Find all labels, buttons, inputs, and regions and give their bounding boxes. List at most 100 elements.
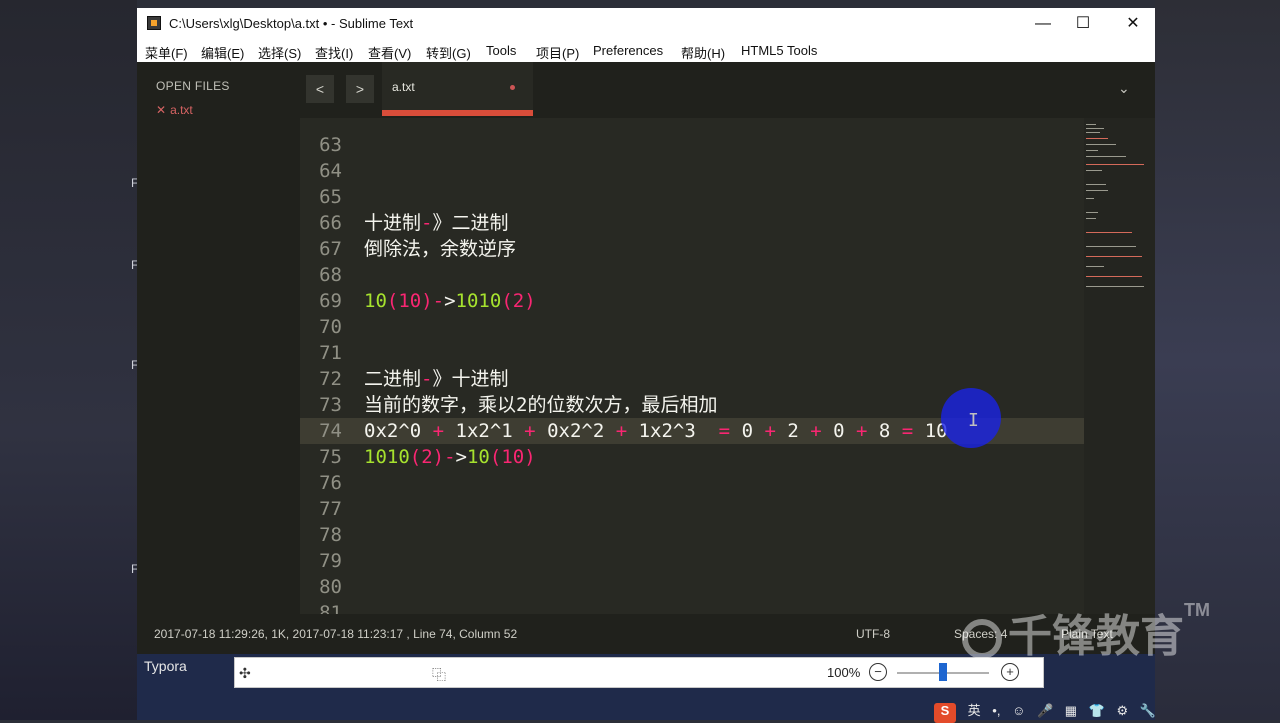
line-content: 二进制-》十进制	[364, 366, 508, 392]
code-token: 1010	[364, 446, 410, 468]
punctuation-icon[interactable]: •,	[992, 703, 1000, 718]
close-file-icon[interactable]: ✕	[156, 103, 166, 117]
line-number: 78	[319, 524, 342, 546]
sidebar-file-label: a.txt	[170, 103, 193, 117]
sidebar-file-a-txt[interactable]: ✕ a.txt	[156, 103, 193, 117]
keyboard-icon[interactable]: ▦	[1065, 703, 1077, 718]
code-line[interactable]: 79	[300, 548, 1084, 574]
code-line[interactable]: 63	[300, 132, 1084, 158]
typora-window-label[interactable]: Typora	[144, 658, 187, 674]
status-encoding[interactable]: UTF-8	[856, 627, 890, 641]
line-number: 63	[319, 134, 342, 156]
line-number: 69	[319, 290, 342, 312]
line-number: 79	[319, 550, 342, 572]
code-line[interactable]: 76	[300, 470, 1084, 496]
code-line[interactable]: 78	[300, 522, 1084, 548]
code-line[interactable]: 70	[300, 314, 1084, 340]
zoom-out-button[interactable]: −	[869, 663, 887, 681]
line-content: 倒除法，余数逆序	[364, 236, 516, 262]
menu-goto[interactable]: 转到(G)	[426, 43, 471, 62]
maximize-button[interactable]: ☐	[1063, 12, 1103, 36]
code-line[interactable]: 66 十进制-》二进制	[300, 210, 1084, 236]
sidebar: OPEN FILES ✕ a.txt	[137, 62, 300, 614]
menu-html5-tools[interactable]: HTML5 Tools	[741, 43, 817, 58]
tab-forward-button[interactable]: >	[346, 75, 374, 103]
desktop-background-left	[0, 0, 137, 720]
skin-icon[interactable]: 👕	[1089, 703, 1105, 718]
menu-tools[interactable]: Tools	[486, 43, 516, 58]
tab-a-txt[interactable]: a.txt	[382, 62, 533, 114]
settings-icon[interactable]: ⚙	[1117, 703, 1129, 718]
window-title: C:\Users\xlg\Desktop\a.txt • - Sublime T…	[169, 16, 414, 31]
line-number: 81	[319, 602, 342, 614]
code-token: 2	[775, 420, 811, 442]
tab-bar: < > a.txt ⌄	[300, 62, 1155, 118]
unsaved-dot-icon[interactable]	[510, 85, 515, 90]
minimap[interactable]	[1084, 118, 1155, 614]
code-token: 倒除法，余数逆序	[364, 238, 517, 260]
code-line[interactable]: 68	[300, 262, 1084, 288]
line-number: 67	[319, 238, 342, 260]
menu-find[interactable]: 查找(I)	[315, 43, 353, 62]
code-line[interactable]: 71	[300, 340, 1084, 366]
close-button[interactable]: ✕	[1113, 12, 1153, 36]
ime-language-icon[interactable]: 英	[968, 703, 981, 718]
text-cursor-icon: I	[968, 410, 979, 431]
watermark: 千锋教育TM	[962, 600, 1210, 664]
chevron-down-icon[interactable]: ⌄	[1118, 80, 1130, 97]
code-token: -	[421, 212, 433, 234]
code-token: 1x2^1	[444, 420, 525, 442]
typora-toolbar: ✣ ⿻ 100% − +	[234, 657, 1044, 688]
code-token: +	[432, 420, 445, 442]
zoom-level: 100%	[827, 665, 861, 680]
code-line[interactable]: 80	[300, 574, 1084, 600]
code-token: 当前的数字，乘以2的位数次方，最后相加	[364, 394, 718, 416]
emoji-icon[interactable]: ☺	[1012, 703, 1025, 718]
menu-selection[interactable]: 选择(S)	[258, 43, 301, 62]
code-token: >	[455, 446, 467, 468]
sogou-ime-icon[interactable]: S	[934, 703, 956, 723]
code-line[interactable]: 77	[300, 496, 1084, 522]
line-number: 74	[319, 420, 342, 442]
code-token: =	[901, 420, 914, 442]
code-token: 0	[730, 420, 765, 442]
zoom-in-button[interactable]: +	[1001, 663, 1019, 681]
code-editor[interactable]: 63 64 65 66 十进制-》二进制 67 倒除法，余数逆序 68 69 10(10)->10…	[300, 118, 1155, 614]
menu-view[interactable]: 查看(V)	[368, 43, 411, 62]
move-icon[interactable]: ✣	[239, 665, 251, 682]
tab-back-button[interactable]: <	[306, 75, 334, 103]
frame-icon[interactable]: ⿻	[432, 665, 446, 685]
active-tab-indicator	[382, 110, 533, 116]
line-number: 76	[319, 472, 342, 494]
line-number: 77	[319, 498, 342, 520]
code-line[interactable]: 64	[300, 158, 1084, 184]
code-token: (2)-	[409, 446, 456, 468]
code-token: 二进制	[364, 368, 422, 390]
code-token: +	[615, 420, 628, 442]
title-bar[interactable]: C:\Users\xlg\Desktop\a.txt • - Sublime T…	[137, 8, 1155, 40]
line-number: 80	[319, 576, 342, 598]
code-token: 10	[466, 446, 490, 468]
code-line[interactable]: 65	[300, 184, 1084, 210]
tools-icon[interactable]: 🔧	[1140, 703, 1156, 718]
minimize-button[interactable]: —	[1023, 12, 1063, 36]
line-number: 64	[319, 160, 342, 182]
line-content: 当前的数字，乘以2的位数次方，最后相加	[364, 392, 717, 418]
code-token: 8	[867, 420, 902, 442]
tab-label: a.txt	[392, 80, 415, 94]
code-line[interactable]: 75 1010(2)->10(10)	[300, 444, 1084, 470]
code-token: +	[810, 420, 822, 442]
menu-help[interactable]: 帮助(H)	[681, 43, 725, 62]
code-token: 》二进制	[432, 212, 509, 234]
menu-project[interactable]: 项目(P)	[536, 43, 579, 62]
line-number: 73	[319, 394, 342, 416]
menu-file[interactable]: 菜单(F)	[145, 43, 188, 62]
menu-preferences[interactable]: Preferences	[593, 43, 663, 58]
microphone-icon[interactable]: 🎤	[1037, 703, 1053, 718]
line-number: 68	[319, 264, 342, 286]
zoom-slider-thumb[interactable]	[939, 663, 947, 681]
code-token: +	[764, 420, 776, 442]
menu-edit[interactable]: 编辑(E)	[201, 43, 244, 62]
code-line[interactable]: 69 10(10)->1010(2)	[300, 288, 1084, 314]
code-line[interactable]: 67 倒除法，余数逆序	[300, 236, 1084, 262]
